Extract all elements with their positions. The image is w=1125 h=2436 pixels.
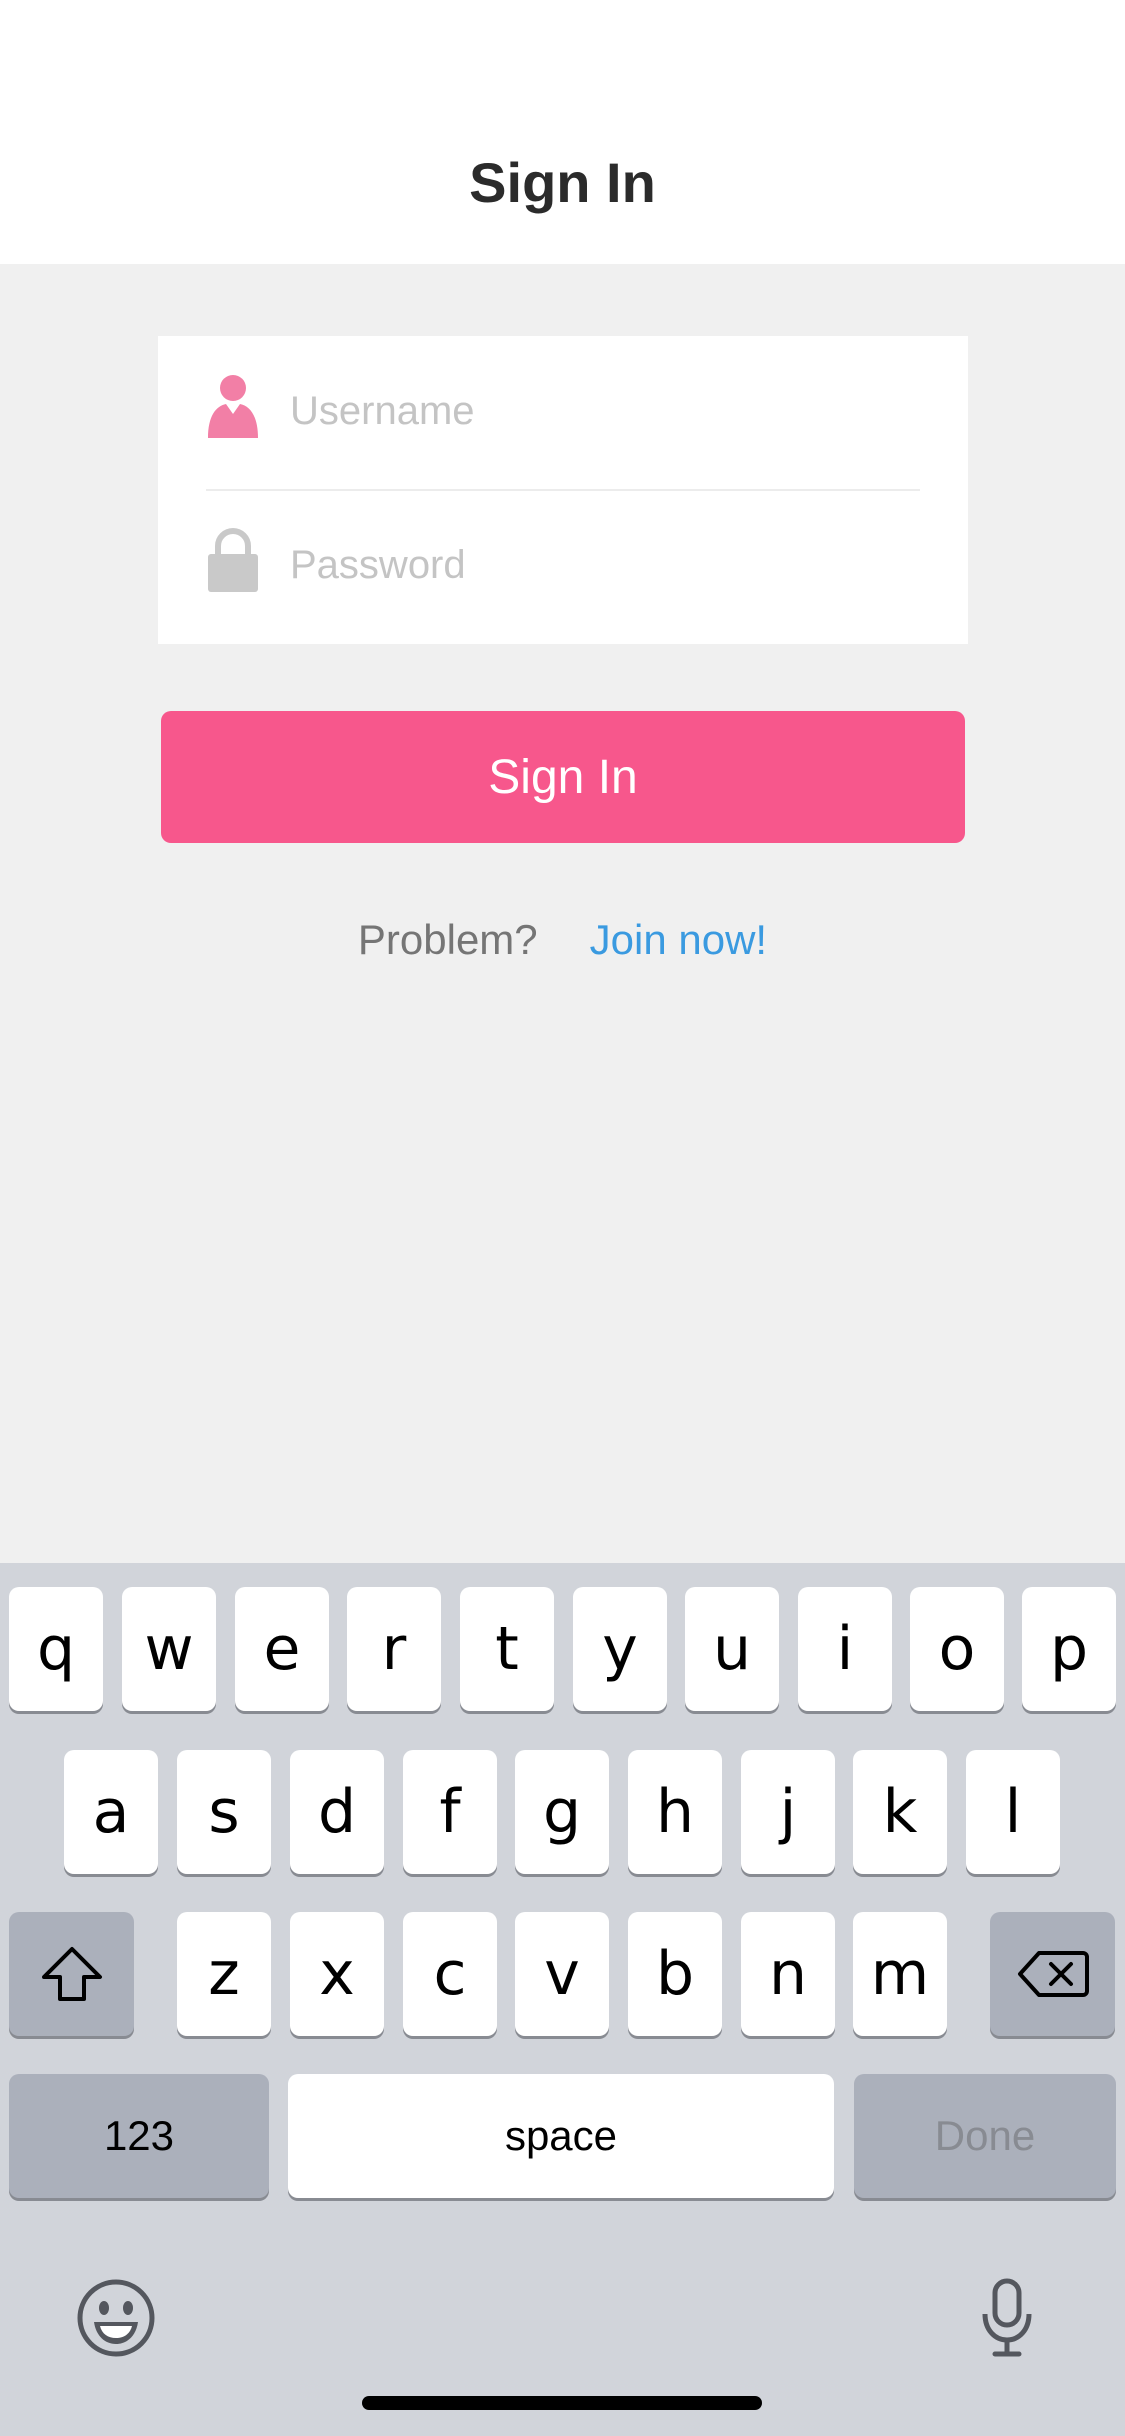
emoji-icon[interactable] xyxy=(76,2278,156,2358)
key-t[interactable]: t xyxy=(460,1587,554,1711)
key-m[interactable]: m xyxy=(853,1912,947,2036)
backspace-icon xyxy=(1017,1951,1089,1997)
key-f[interactable]: f xyxy=(403,1750,497,1874)
done-key[interactable]: Done xyxy=(854,2074,1116,2198)
sign-in-button[interactable]: Sign In xyxy=(161,711,965,843)
shift-key[interactable] xyxy=(9,1912,134,2036)
key-x[interactable]: x xyxy=(290,1912,384,2036)
key-h[interactable]: h xyxy=(628,1750,722,1874)
username-input[interactable] xyxy=(290,376,910,446)
space-key[interactable]: space xyxy=(288,2074,834,2198)
key-q[interactable]: q xyxy=(9,1587,103,1711)
shift-icon xyxy=(41,1947,102,2001)
key-c[interactable]: c xyxy=(403,1912,497,2036)
problem-link[interactable]: Problem? xyxy=(358,916,538,964)
numbers-key[interactable]: 123 xyxy=(9,2074,269,2198)
key-a[interactable]: a xyxy=(64,1750,158,1874)
username-field[interactable] xyxy=(158,336,968,491)
key-j[interactable]: j xyxy=(741,1750,835,1874)
key-o[interactable]: o xyxy=(910,1587,1004,1711)
home-indicator xyxy=(362,2396,762,2410)
user-icon xyxy=(208,375,258,438)
key-r[interactable]: r xyxy=(347,1587,441,1711)
key-p[interactable]: p xyxy=(1022,1587,1116,1711)
key-z[interactable]: z xyxy=(177,1912,271,2036)
key-b[interactable]: b xyxy=(628,1912,722,2036)
key-k[interactable]: k xyxy=(853,1750,947,1874)
microphone-icon[interactable] xyxy=(980,2278,1034,2358)
navigation-bar: Sign In xyxy=(0,0,1125,264)
backspace-key[interactable] xyxy=(990,1912,1115,2036)
key-u[interactable]: u xyxy=(685,1587,779,1711)
password-input[interactable] xyxy=(290,530,910,600)
page-title: Sign In xyxy=(469,151,656,214)
key-n[interactable]: n xyxy=(741,1912,835,2036)
key-i[interactable]: i xyxy=(798,1587,892,1711)
help-links: Problem? Join now! xyxy=(0,910,1125,970)
lock-icon xyxy=(208,528,258,592)
keyboard: q w e r t y u i o p a s d f g h j k l z … xyxy=(0,1563,1125,2436)
join-now-link[interactable]: Join now! xyxy=(590,916,767,964)
key-y[interactable]: y xyxy=(573,1587,667,1711)
key-d[interactable]: d xyxy=(290,1750,384,1874)
key-s[interactable]: s xyxy=(177,1750,271,1874)
password-field[interactable] xyxy=(158,490,968,644)
key-e[interactable]: e xyxy=(235,1587,329,1711)
key-v[interactable]: v xyxy=(515,1912,609,2036)
key-w[interactable]: w xyxy=(122,1587,216,1711)
key-l[interactable]: l xyxy=(966,1750,1060,1874)
login-form xyxy=(158,336,968,644)
key-g[interactable]: g xyxy=(515,1750,609,1874)
